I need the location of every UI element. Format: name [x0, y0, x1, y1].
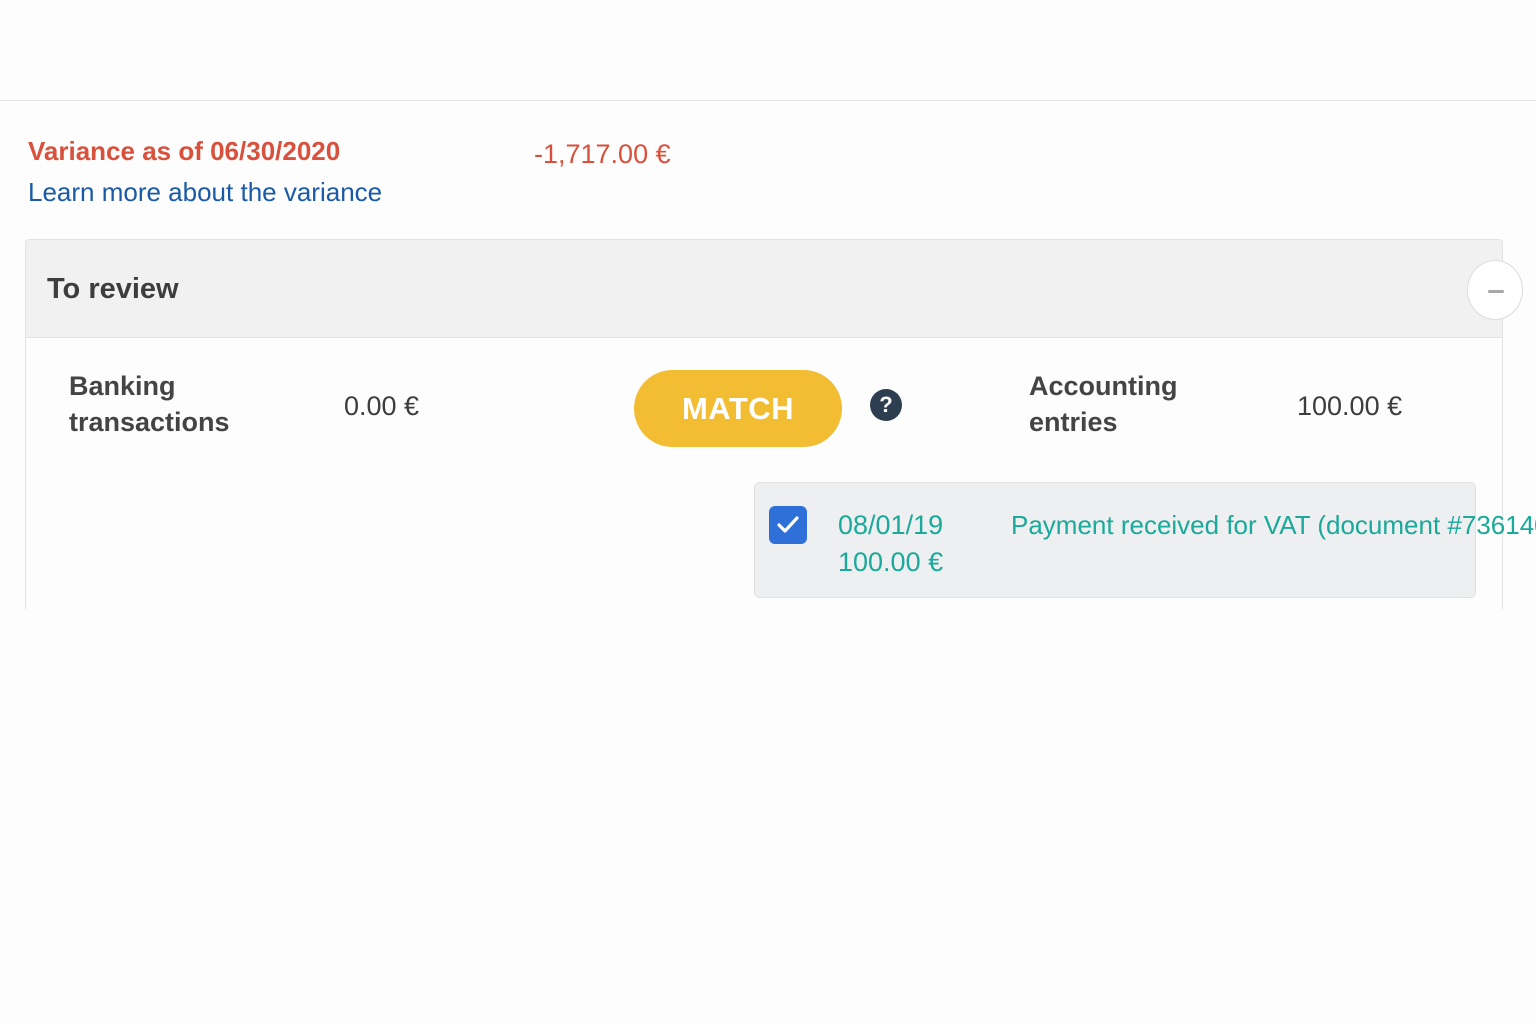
checkmark-icon — [777, 516, 799, 533]
entry-description: Payment received for VAT (document #7361… — [1011, 510, 1536, 540]
review-header[interactable]: To review — [26, 240, 1502, 338]
entry-amount: 100.00 € — [838, 547, 944, 577]
review-title: To review — [47, 273, 179, 305]
variance-title: Variance as of 06/30/2020 — [28, 136, 341, 166]
collapse-button[interactable] — [1467, 260, 1523, 320]
accounting-entries-amount: 100.00 € — [1297, 391, 1403, 421]
variance-amount: -1,717.00 € — [534, 139, 671, 169]
match-button[interactable]: MATCH — [634, 370, 842, 447]
banking-transactions-label: Banking transactions — [69, 371, 230, 437]
entry-date: 08/01/19 — [838, 510, 944, 540]
help-icon[interactable]: ? — [870, 389, 902, 421]
accounting-entries-label: Accounting entries — [1029, 371, 1178, 437]
entry-checkbox[interactable] — [769, 506, 807, 544]
accounting-entry-card[interactable]: 08/01/19 100.00 € Payment received for V… — [754, 482, 1536, 598]
banking-transactions-amount: 0.00 € — [344, 391, 420, 421]
learn-more-variance-link[interactable]: Learn more about the variance — [28, 177, 382, 208]
minus-icon — [1488, 290, 1504, 293]
top-bar — [0, 0, 1536, 101]
